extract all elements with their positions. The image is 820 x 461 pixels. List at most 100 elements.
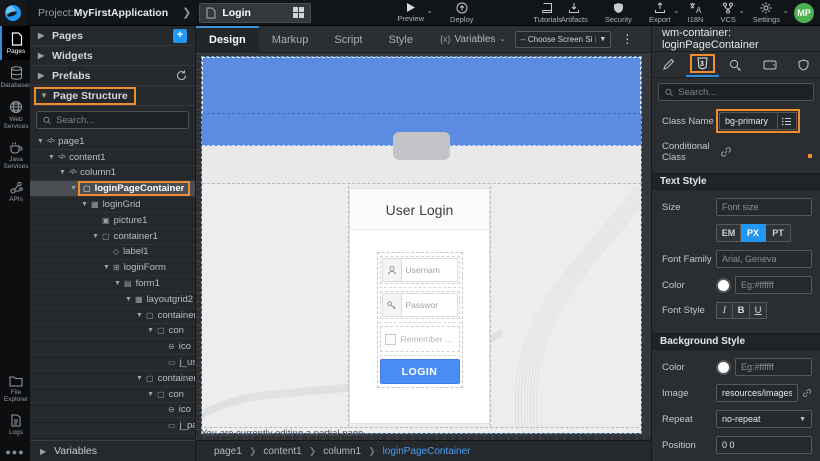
breadcrumb-column1[interactable]: column1 [323, 446, 361, 457]
bg-color-swatch[interactable] [716, 360, 731, 375]
bg-image-input[interactable] [716, 384, 798, 402]
tutorials-button[interactable]: Tutorials [533, 2, 561, 24]
text-color-input[interactable] [735, 276, 812, 294]
username-input[interactable] [401, 258, 458, 282]
login-button[interactable]: LOGIN [380, 359, 460, 384]
user-avatar[interactable]: MP [794, 3, 814, 23]
breadcrumb-content1[interactable]: content1 [263, 446, 301, 457]
text-color-swatch[interactable] [716, 278, 731, 293]
bg-color-input[interactable] [735, 358, 812, 376]
tree-item-container[interactable]: ▼▢con [30, 324, 195, 340]
screen-size-select[interactable]: -- Choose Screen Size -- ▼ [515, 31, 611, 48]
tree-item-container[interactable]: ▼▢container [30, 371, 195, 387]
i18n-button[interactable]: A I18N [688, 2, 704, 24]
tree-item-picture1[interactable]: ▣picture1 [30, 213, 195, 229]
tree-item-container[interactable]: ▼▢container [30, 308, 195, 324]
tree-item-page1[interactable]: ▼</>page1 [30, 134, 195, 150]
caret-down-icon[interactable]: ▼ [58, 169, 67, 176]
caret-down-icon[interactable]: ▼ [146, 327, 155, 334]
chain-link-icon[interactable] [720, 146, 732, 158]
tree-item-column1[interactable]: ▼</>column1 [30, 166, 195, 182]
page-header-section[interactable] [202, 57, 641, 114]
caret-down-icon[interactable]: ▼ [135, 375, 144, 382]
section-widgets[interactable]: ▶ Widgets [30, 46, 195, 66]
caret-down-icon[interactable]: ▼ [135, 312, 144, 319]
refresh-icon[interactable] [176, 70, 187, 81]
unit-pt-button[interactable]: PT [766, 224, 791, 242]
add-page-button[interactable]: + [173, 29, 187, 43]
page-content-section[interactable]: User Login [202, 186, 641, 432]
caret-down-icon[interactable]: ▼ [36, 138, 45, 145]
picture-placeholder[interactable] [393, 132, 450, 160]
tab-properties[interactable] [652, 52, 686, 77]
sidebar-item-databases[interactable]: Databases [0, 60, 30, 94]
sidebar-item-pages[interactable]: Pages [0, 26, 30, 60]
tab-security[interactable] [786, 52, 820, 77]
bold-button[interactable]: B [733, 302, 750, 319]
sidebar-item-web-services[interactable]: Web Services [0, 94, 30, 135]
vcs-button[interactable]: VCS ⌄ [720, 2, 735, 24]
caret-down-icon[interactable]: ▼ [146, 391, 155, 398]
bg-position-input[interactable] [716, 436, 812, 454]
chain-link-icon[interactable] [802, 387, 812, 399]
caret-down-icon[interactable]: ▼ [80, 201, 89, 208]
structure-search[interactable] [36, 111, 189, 129]
page-tab-login[interactable]: Login [199, 3, 311, 23]
tree-item-loginGrid[interactable]: ▼▦loginGrid [30, 197, 195, 213]
tree-item-container[interactable]: ▼▢con [30, 387, 195, 403]
password-input[interactable] [401, 293, 458, 317]
deploy-button[interactable]: Deploy [450, 2, 473, 24]
tree-item-loginForm[interactable]: ▼⊞loginForm [30, 260, 195, 276]
bg-repeat-select[interactable]: no-repeat ▼ [716, 410, 812, 428]
font-family-input[interactable] [716, 250, 812, 268]
tree-item-j_username[interactable]: ▭j_us [30, 355, 195, 371]
login-form[interactable]: Remember ... LOGIN [377, 252, 463, 388]
caret-down-icon[interactable]: ▼ [124, 296, 133, 303]
caret-down-icon[interactable]: ▼ [69, 185, 78, 192]
sidebar-item-apis[interactable]: APIs [0, 175, 30, 208]
preview-button[interactable]: Preview ⌄ [397, 2, 424, 23]
italic-button[interactable]: I [716, 302, 733, 319]
sidebar-item-java-services[interactable]: Java Services [0, 135, 30, 175]
tree-item-loginPageContainer[interactable]: ▼▢loginPageContainer [30, 181, 195, 197]
tree-item-j_password[interactable]: ▭j_pa [30, 418, 195, 434]
caret-down-icon[interactable]: ▼ [102, 264, 111, 271]
caret-down-icon[interactable]: ▼ [91, 233, 100, 240]
login-card[interactable]: User Login [349, 188, 490, 424]
tree-item-icon[interactable]: ⊖ico [30, 339, 195, 355]
search-input[interactable] [678, 87, 807, 98]
tree-item-form1[interactable]: ▼▤form1 [30, 276, 195, 292]
section-prefabs[interactable]: ▶ Prefabs [30, 66, 195, 86]
section-variables[interactable]: ▶ Variables [30, 440, 195, 461]
tab-styles[interactable]: 3 [686, 52, 720, 77]
artifacts-button[interactable]: Artifacts [561, 2, 588, 24]
tab-script[interactable]: Script [321, 26, 375, 53]
more-icon[interactable]: ●●● [0, 441, 30, 461]
tree-item-icon[interactable]: ⊖ico [30, 403, 195, 419]
tab-devices[interactable] [753, 52, 787, 77]
tab-design[interactable]: Design [196, 26, 259, 53]
unit-px-button[interactable]: PX [741, 224, 766, 242]
font-size-input[interactable] [716, 198, 812, 216]
underline-button[interactable]: U [750, 302, 767, 319]
caret-down-icon[interactable]: ▼ [47, 154, 56, 161]
tree-item-layoutgrid2[interactable]: ▼▦layoutgrid2 [30, 292, 195, 308]
page-preview[interactable]: User Login [202, 57, 641, 433]
tree-item-content1[interactable]: ▼</>content1 [30, 150, 195, 166]
class-name-input[interactable] [719, 112, 777, 130]
tab-events[interactable] [719, 52, 753, 77]
class-list-button[interactable] [777, 112, 797, 130]
security-button[interactable]: Security [605, 2, 632, 24]
properties-search[interactable] [658, 83, 814, 101]
sidebar-item-file-explorer[interactable]: File Explorer [0, 369, 30, 408]
breadcrumb-page1[interactable]: page1 [214, 446, 242, 457]
section-pages[interactable]: ▶ Pages + [30, 26, 195, 46]
sidebar-item-logs[interactable]: Logs [0, 408, 30, 441]
remember-checkbox[interactable] [385, 334, 396, 345]
tab-style[interactable]: Style [376, 26, 426, 53]
caret-down-icon[interactable]: ▼ [113, 280, 122, 287]
variables-dropdown[interactable]: {x} Variables ⌄ [440, 34, 505, 45]
breadcrumb-loginPageContainer[interactable]: loginPageContainer [383, 446, 471, 457]
settings-button[interactable]: Settings ⌄ [753, 2, 780, 24]
kebab-menu-icon[interactable]: ⋮ [621, 32, 633, 46]
